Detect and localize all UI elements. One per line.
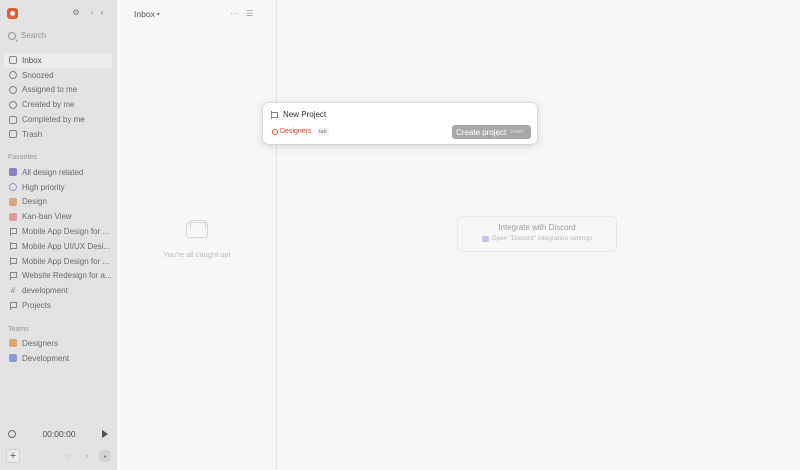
more-icon[interactable]: ··· [230, 9, 238, 18]
inbox-empty-icon [186, 220, 208, 238]
create-project-label: Create project [456, 127, 507, 137]
sidebar-dim-overlay [0, 0, 116, 470]
inbox-title[interactable]: Inbox ▾ [134, 9, 160, 19]
team-icon [272, 128, 278, 135]
create-project-button[interactable]: Create project Enter [452, 125, 531, 139]
sidebar: ⚙ ◦ ‹ Search Inbox Snoozed Assigned to m… [0, 0, 117, 470]
enter-shortcut-hint: Enter [510, 129, 524, 135]
new-project-dialog: Designers tab Create project Enter [263, 103, 537, 144]
team-label: Designers [280, 128, 312, 135]
discord-integration-card[interactable]: Integrate with Discord Open "Discord" in… [457, 216, 617, 252]
integration-subtitle-text: Open "Discord" integration settings [491, 235, 593, 242]
empty-state: You're all caught up! [117, 220, 277, 259]
discord-icon [481, 235, 489, 242]
inbox-panel: Inbox ▾ ··· ☰ You're all caught up! [117, 0, 277, 470]
flag-icon [270, 111, 278, 119]
chevron-down-icon: ▾ [156, 11, 160, 18]
team-selector[interactable]: Designers [272, 128, 312, 135]
inbox-title-text: Inbox [134, 9, 155, 19]
project-name-input[interactable] [283, 109, 523, 120]
tab-shortcut-hint: tab [317, 128, 329, 136]
integration-subtitle: Open "Discord" integration settings [458, 235, 616, 242]
integration-title: Integrate with Discord [498, 223, 576, 232]
empty-state-text: You're all caught up! [163, 250, 231, 259]
filter-icon[interactable]: ☰ [246, 9, 253, 18]
